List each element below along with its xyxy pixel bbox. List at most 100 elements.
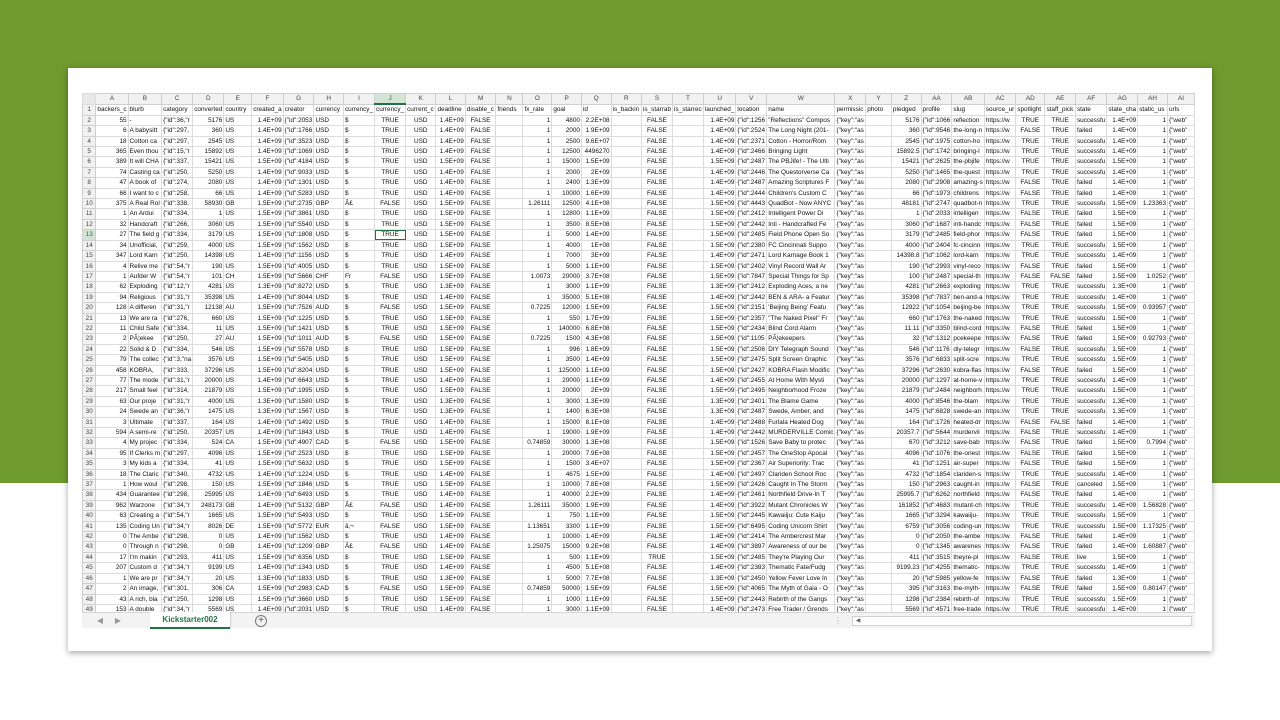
cell[interactable]: USD	[405, 312, 437, 324]
cell[interactable]: 360	[192, 125, 225, 137]
cell[interactable]: USD	[405, 374, 437, 387]
row-header[interactable]: 4	[82, 135, 97, 148]
cell[interactable]: the-long-n	[951, 125, 985, 137]
cell[interactable]: {"key":"as	[834, 135, 867, 148]
cell[interactable]: 11	[95, 322, 129, 335]
cell[interactable]: "The Naked Pixel" Fr	[766, 312, 836, 324]
cell[interactable]: FALSE	[640, 479, 674, 491]
row-header[interactable]: 33	[82, 437, 97, 449]
cell[interactable]: 1.5E+09	[251, 156, 284, 168]
cell[interactable]: 5250	[192, 166, 225, 179]
cell[interactable]: https://w	[983, 479, 1017, 491]
cell[interactable]: 24	[95, 406, 129, 418]
cell[interactable]: successfu	[1074, 354, 1108, 366]
cell[interactable]	[495, 177, 524, 189]
cell[interactable]: 62	[95, 281, 129, 293]
cell[interactable]: {"id":2401	[735, 395, 768, 408]
cell[interactable]: https://w	[983, 250, 1017, 262]
cell[interactable]: FALSE	[640, 146, 674, 158]
cell[interactable]: 3500	[551, 218, 582, 231]
cell[interactable]	[495, 114, 524, 127]
cell[interactable]: 3E+09	[580, 250, 612, 262]
cell[interactable]: 1.5E+09	[251, 343, 284, 356]
cell[interactable]: 5.1E+08	[580, 562, 612, 574]
cell[interactable]: 0	[192, 531, 225, 543]
cell[interactable]: $	[342, 125, 376, 137]
cell[interactable]: TRUE	[374, 364, 407, 376]
cell[interactable]: Swede an	[127, 406, 163, 418]
cell[interactable]: {"key":"as	[834, 406, 867, 418]
cell[interactable]: FALSE	[640, 177, 674, 189]
scroll-left-icon[interactable]: ◀	[853, 617, 863, 625]
cell[interactable]: {"id":6495	[735, 520, 768, 533]
cell[interactable]: {"key":"as	[834, 218, 867, 231]
cell[interactable]: TRUE	[374, 135, 407, 148]
cell[interactable]: {"key":"as	[834, 499, 867, 512]
cell[interactable]: FALSE	[1044, 270, 1076, 283]
cell[interactable]: 1.5E+09	[435, 198, 466, 210]
cell[interactable]	[495, 343, 524, 356]
cell[interactable]: 1	[1137, 322, 1169, 335]
cell[interactable]: successfu	[1074, 343, 1108, 356]
cell[interactable]: USD	[313, 447, 344, 460]
field-name-cell[interactable]: is_backin	[610, 103, 642, 116]
cell[interactable]	[672, 364, 704, 376]
cell[interactable]: yellow-fe	[951, 572, 985, 585]
cell[interactable]: awarenes	[951, 541, 985, 553]
cell[interactable]: GBP	[313, 499, 344, 512]
cell[interactable]: 1E+08	[580, 239, 612, 252]
row-header[interactable]: 42	[82, 531, 97, 543]
cell[interactable]: {"id":250,	[161, 593, 194, 605]
cell[interactable]: 25995	[192, 489, 225, 501]
cell[interactable]	[495, 479, 524, 491]
cell[interactable]: {"id":2466	[735, 146, 768, 158]
row-header[interactable]: 13	[82, 229, 97, 241]
cell[interactable]: TRUE	[374, 447, 407, 460]
column-header-ae[interactable]: AE	[1044, 93, 1076, 105]
cell[interactable]: 1.4E+09	[1106, 416, 1139, 429]
cell[interactable]: {"id":3515	[920, 551, 953, 564]
cell[interactable]	[865, 520, 892, 533]
cell[interactable]: 1	[1137, 312, 1169, 324]
cell[interactable]: 1.5E+09	[251, 333, 284, 345]
cell[interactable]: 1	[1137, 208, 1169, 220]
cell[interactable]: TRUE	[1044, 156, 1076, 168]
chevron-right-icon[interactable]: ▶	[112, 615, 124, 627]
field-name-cell[interactable]: static_us	[1137, 103, 1169, 116]
cell[interactable]: successfu	[1074, 395, 1108, 408]
cell[interactable]: 1.4E+09	[702, 531, 737, 543]
cell[interactable]: {"id":1301	[282, 177, 315, 189]
cell[interactable]: US	[223, 562, 253, 574]
cell[interactable]: Lord Karn	[127, 250, 163, 262]
cell[interactable]: USD	[405, 250, 437, 262]
cell[interactable]: mutant-ch	[951, 499, 985, 512]
cell[interactable]	[610, 218, 642, 231]
cell[interactable]: 1.5E+09	[1106, 458, 1139, 470]
cell[interactable]	[610, 510, 642, 522]
cell[interactable]: Solid & D	[127, 343, 163, 356]
cell[interactable]: 22	[95, 343, 129, 356]
cell[interactable]: We are pr	[127, 572, 163, 585]
row-header[interactable]: 44	[82, 551, 97, 564]
cell[interactable]: successfu	[1074, 385, 1108, 397]
cell[interactable]: US	[223, 322, 253, 335]
cell[interactable]: 1	[522, 208, 553, 220]
cell[interactable]: TRUE	[374, 281, 407, 293]
cell[interactable]: 1.3E+09	[1106, 406, 1139, 418]
cell[interactable]: {"id":2993	[920, 260, 953, 272]
cell[interactable]: TRUE	[374, 510, 407, 522]
cell[interactable]: {"id":6356	[282, 551, 315, 564]
cell[interactable]: https://w	[983, 291, 1017, 304]
cell[interactable]: successfu	[1074, 146, 1108, 158]
cell[interactable]: $	[342, 593, 376, 605]
cell[interactable]: 1	[522, 531, 553, 543]
field-name-cell[interactable]: backers_c	[95, 103, 129, 116]
cell[interactable]: {"id":298,	[161, 531, 194, 543]
cell[interactable]: 1400	[551, 406, 582, 418]
cell[interactable]: 150	[890, 479, 922, 491]
cell[interactable]: https://w	[983, 312, 1017, 324]
cell[interactable]: FALSE	[464, 479, 497, 491]
cell[interactable]: {"id":298,	[161, 541, 194, 553]
cell[interactable]: FALSE	[1015, 447, 1046, 460]
cell[interactable]: 1	[522, 260, 553, 272]
